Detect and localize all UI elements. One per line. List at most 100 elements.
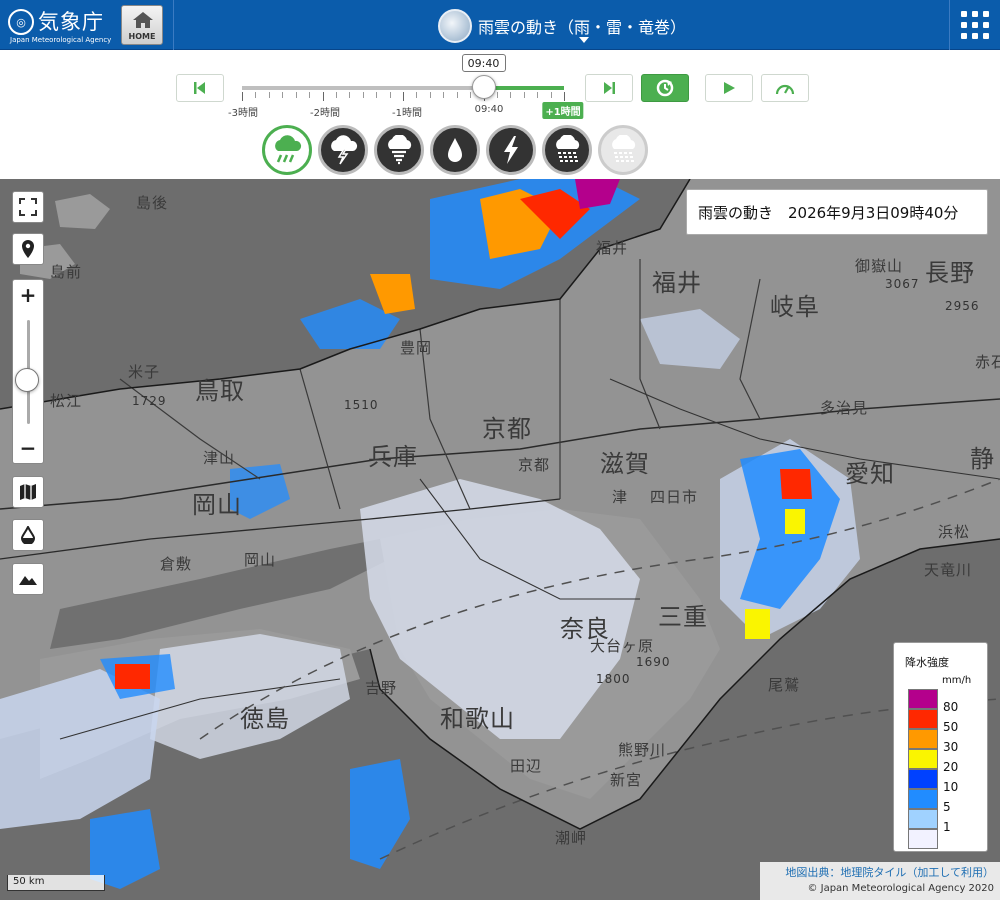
place-label: 熊野川 (618, 741, 667, 759)
place-label: 京都 (482, 415, 532, 443)
attribution-link[interactable]: 地図出典：地理院タイル（加工して利用） (760, 864, 994, 880)
element-snow-button (598, 125, 648, 175)
skip-last-icon (604, 82, 615, 94)
timeline-tick (309, 92, 310, 98)
grid-dot (972, 33, 978, 39)
timeline-tick (376, 92, 377, 98)
zoom-slider-thumb[interactable] (15, 368, 39, 392)
fullscreen-button[interactable] (12, 191, 44, 223)
place-label: 三重 (658, 603, 708, 631)
menu-button[interactable] (950, 0, 1000, 50)
grid-dot (972, 22, 978, 28)
element-hail-button[interactable] (542, 125, 592, 175)
map-layer-button[interactable] (12, 476, 44, 508)
timeline-tick (416, 92, 417, 98)
element-rain-button[interactable] (262, 125, 312, 175)
legend-swatch (908, 749, 938, 769)
timeline-tick (564, 92, 565, 101)
timeline-tick (323, 92, 324, 101)
home-button[interactable]: HOME (121, 5, 163, 45)
tick-label: 09:40 (474, 104, 504, 115)
timeline-tick (510, 92, 511, 98)
location-pin-icon (22, 240, 34, 258)
timeline-forecast-range (490, 86, 564, 90)
speed-button[interactable] (761, 74, 809, 102)
place-label: 浜松 (938, 523, 971, 541)
timeline-tick (242, 92, 243, 101)
element-tornado-button[interactable] (374, 125, 424, 175)
page-title: 雨雲の動き（雨・雷・竜巻） (478, 18, 687, 37)
element-lightning-button[interactable] (486, 125, 536, 175)
grid-dot (961, 22, 967, 28)
place-label: 京都 (518, 456, 551, 474)
precipitation-legend: 降水強度 mm/h 80 50 30 20 10 5 1 (893, 642, 988, 852)
legend-value: 20 (943, 760, 959, 774)
place-label: 岡山 (192, 491, 242, 519)
skip-first-button[interactable] (176, 74, 224, 102)
location-button[interactable] (12, 233, 44, 265)
place-label: 静 (970, 445, 995, 473)
timeline-tick (497, 92, 498, 98)
legend-swatch (908, 809, 938, 829)
timeline-tick (430, 92, 431, 98)
radar-map[interactable]: 鳥取 岡山 兵庫 京都 滋賀 福井 岐阜 長野 愛知 静 三重 奈良 和歌山 徳… (0, 179, 1000, 900)
tick-label-forecast: +1時間 (542, 102, 584, 119)
place-label: 福井 (652, 269, 702, 297)
legend-title: 降水強度 (905, 656, 949, 669)
map-icon (20, 484, 36, 500)
place-label: 天竜川 (924, 561, 973, 579)
timeline-tick (255, 92, 256, 98)
timeline-tick (296, 92, 297, 98)
copyright-text: © Japan Meteorological Agency 2020 (807, 883, 994, 894)
element-thunder-button[interactable] (318, 125, 368, 175)
page-title-selector[interactable]: 雨雲の動き（雨・雷・竜巻） (438, 8, 686, 44)
place-label: 御嶽山 (855, 257, 904, 275)
jma-logo[interactable]: ◎ 気象庁 Japan Meteorological Agency (8, 5, 120, 45)
zoom-in-button[interactable]: + (13, 280, 43, 310)
globe-icon (438, 9, 472, 43)
home-button-label: HOME (128, 32, 156, 41)
legend-swatch (908, 729, 938, 749)
zoom-out-button[interactable]: − (13, 433, 43, 463)
latest-button[interactable] (641, 74, 689, 102)
place-label: 吉野 (365, 679, 398, 697)
place-label: 福井 (596, 239, 629, 257)
place-label: 尾鷲 (768, 676, 801, 694)
grid-dot (983, 33, 989, 39)
elevation-label: 1690 (636, 655, 671, 669)
terrain-button[interactable] (12, 563, 44, 595)
drop-icon (20, 526, 36, 544)
skip-last-button[interactable] (585, 74, 633, 102)
place-label: 津 (612, 488, 629, 506)
timeline-tick (457, 92, 458, 98)
speedometer-icon (775, 84, 795, 95)
elevation-label: 1729 (132, 394, 167, 408)
thunder-cloud-icon (331, 135, 358, 165)
play-button[interactable] (705, 74, 753, 102)
header-divider (173, 0, 174, 50)
map-attribution: 地図出典：地理院タイル（加工して利用） © Japan Meteorologic… (760, 862, 1000, 900)
place-label: 島後 (136, 194, 169, 212)
place-label: 松江 (50, 392, 83, 410)
place-label: 和歌山 (440, 705, 515, 733)
fullscreen-icon (19, 198, 37, 216)
place-label: 岡山 (244, 551, 277, 569)
element-rainfall-button[interactable] (430, 125, 480, 175)
legend-swatch (908, 829, 938, 849)
grid-dot (972, 11, 978, 17)
current-time-label: 09:40 (461, 54, 506, 72)
header-bar: ◎ 気象庁 Japan Meteorological Agency HOME 雨… (0, 0, 1000, 50)
mountain-icon (19, 576, 37, 585)
lightning-icon (504, 136, 518, 164)
place-label: 島前 (50, 263, 83, 281)
agency-name-en: Japan Meteorological Agency (10, 36, 112, 44)
place-label: 四日市 (650, 488, 699, 506)
timeline-tick (470, 92, 471, 98)
place-label: 新宮 (610, 771, 643, 789)
legend-swatch (908, 769, 938, 789)
map-info-title: 雨雲の動き 2026年9月3日09時40分 (686, 189, 988, 235)
timeline-thumb[interactable] (471, 75, 496, 99)
scale-bar: 50 km (7, 875, 105, 891)
grid-dot (961, 33, 967, 39)
rain-overlay-button[interactable] (12, 519, 44, 551)
